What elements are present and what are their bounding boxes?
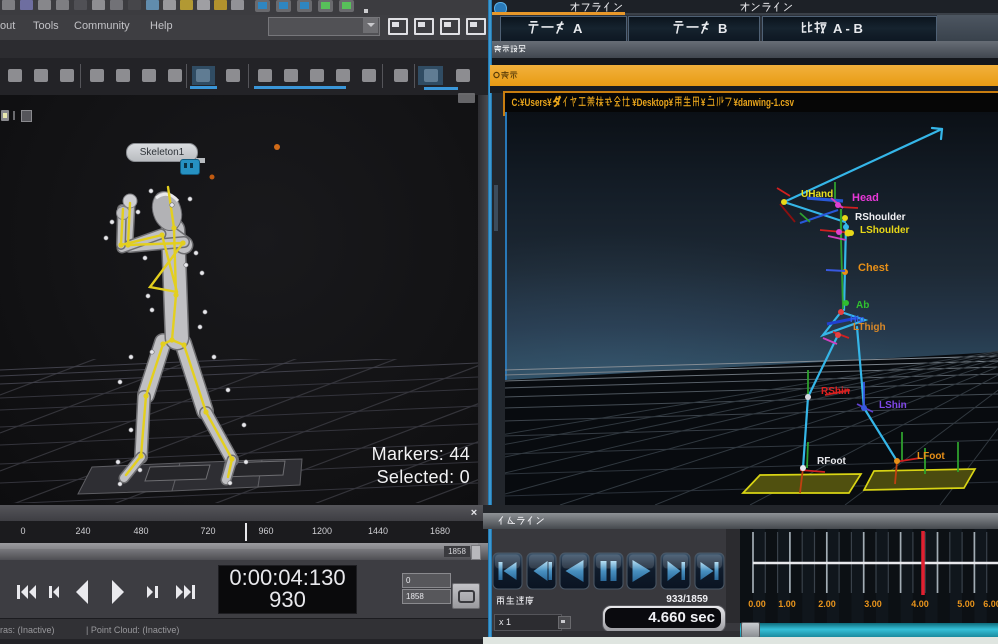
svg-text:LThigh: LThigh [853,322,886,333]
svg-text:B: B [718,21,727,36]
svg-text:UHand: UHand [801,189,833,200]
svg-text:0.00: 0.00 [748,599,766,609]
svg-text:RShin: RShin [821,386,850,397]
svg-text:Chest: Chest [858,262,889,274]
svg-text:A: A [573,21,583,36]
svg-text:2.00: 2.00 [818,599,836,609]
svg-text:C:¥Users¥: C:¥Users¥ [511,97,552,110]
svg-text:1.00: 1.00 [778,599,796,609]
svg-text:LShoulder: LShoulder [860,225,910,236]
svg-text:RShoulder: RShoulder [855,212,906,223]
svg-text:LShin: LShin [879,400,907,411]
svg-text:RFoot: RFoot [817,456,847,467]
svg-text:3.00: 3.00 [864,599,882,609]
svg-text:¥: ¥ [701,97,706,110]
svg-text:4.00: 4.00 [911,599,929,609]
svg-text:¥Desktop¥: ¥Desktop¥ [632,97,674,110]
svg-text:Ab: Ab [856,300,869,311]
svg-text:A - B: A - B [833,21,863,36]
svg-text:LFoot: LFoot [917,451,945,462]
svg-text:5.00: 5.00 [957,599,975,609]
svg-text:Head: Head [852,192,879,204]
svg-text:ダ: ダ [553,95,561,109]
svg-text:¥danwing-1.csv: ¥danwing-1.csv [733,97,794,110]
svg-text:6.00: 6.00 [983,599,998,609]
